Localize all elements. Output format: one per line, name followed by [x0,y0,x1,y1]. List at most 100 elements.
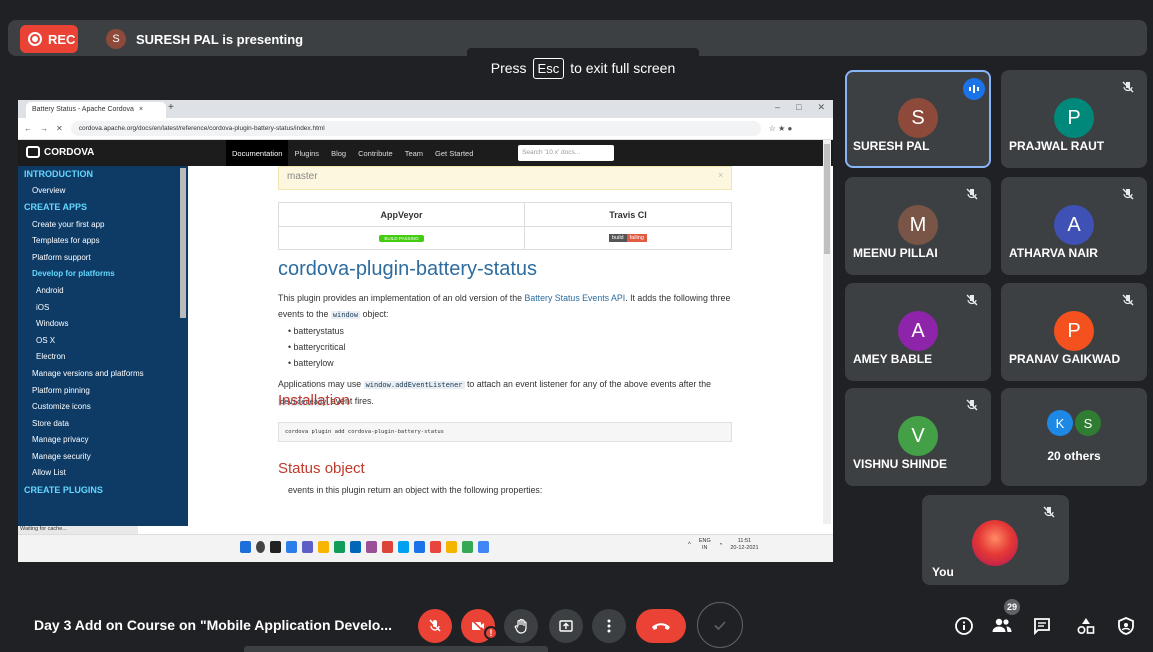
nav-link-blog[interactable]: Blog [325,140,352,166]
sidebar-item[interactable]: Develop for platforms [18,266,188,283]
participant-tile[interactable]: P PRAJWAL RAUT [1001,70,1147,168]
sidebar-section-heading[interactable]: CREATE APPS [18,199,188,216]
intro-paragraph: This plugin provides an implementation o… [278,290,738,323]
task-view-icon[interactable] [270,541,281,553]
page-scrollbar-thumb[interactable] [824,144,830,254]
participant-tile[interactable]: A ATHARVA NAIR [1001,177,1147,275]
store-icon[interactable] [350,541,361,553]
self-tile[interactable]: You [922,495,1069,585]
participant-tile[interactable]: P PRANAV GAIKWAD [1001,283,1147,381]
build-passing-badge[interactable]: BUILD PASSING [379,234,424,242]
app-icon[interactable] [446,541,457,553]
chrome-icon[interactable] [334,541,345,553]
participant-tile[interactable]: S SURESH PAL [845,70,991,168]
minimize-icon[interactable]: – [775,102,780,113]
back-icon[interactable]: ← [24,124,32,133]
sidebar-item[interactable]: Allow List [18,465,188,482]
sidebar-item[interactable]: Templates for apps [18,232,188,249]
window-code: window [330,311,361,319]
search-icon[interactable] [256,541,265,553]
sidebar-item[interactable]: Electron [18,349,188,366]
intro-text-1: This plugin provides an implementation o… [278,293,523,303]
chat-app-icon[interactable] [302,541,313,553]
others-tile[interactable]: K S 20 others [1001,388,1147,486]
tray-chevron-icon[interactable]: ^ [688,542,691,548]
browser-tab[interactable]: Battery Status - Apache Cordova × [26,102,166,118]
sidebar-item[interactable]: iOS [18,299,188,316]
close-icon[interactable]: ✕ [817,102,825,113]
edge-icon[interactable] [398,541,409,553]
file-explorer-icon[interactable] [318,541,329,553]
sidebar-item[interactable]: Manage privacy [18,432,188,449]
sidebar-item[interactable]: OS X [18,332,188,349]
check-icon[interactable] [697,602,743,648]
add-listener-code: window.addEventListener [363,381,465,389]
sidebar-item[interactable]: Windows [18,315,188,332]
battery-api-link[interactable]: Battery Status Events API [524,293,625,303]
recording-indicator[interactable]: REC [20,25,78,53]
present-icon[interactable] [549,609,583,643]
site-logo[interactable]: CORDOVA [26,146,94,158]
language-indicator[interactable]: ENG IN [699,538,711,552]
new-tab-icon[interactable]: + [168,102,174,113]
sidebar-item[interactable]: Platform pinning [18,382,188,399]
notice-close-icon[interactable]: × [718,170,723,180]
forward-icon[interactable]: → [40,124,48,133]
mic-off-icon[interactable] [418,609,452,643]
tab-close-icon[interactable]: × [139,106,143,114]
stop-icon[interactable]: ✕ [56,124,63,133]
appveyor-badge-cell: BUILD PASSING [279,227,525,249]
app-icon[interactable] [414,541,425,553]
clock[interactable]: 11:51 20-12-2021 [730,538,758,552]
windows-start-icon[interactable] [240,541,251,553]
nav-link-contribute[interactable]: Contribute [352,140,399,166]
widgets-icon[interactable] [286,541,297,553]
sidebar-item[interactable]: Customize icons [18,398,188,415]
raise-hand-icon[interactable] [504,609,538,643]
sidebar-section-heading[interactable]: CREATE PLUGINS [18,481,188,498]
end-call-icon[interactable] [636,609,686,643]
sidebar-item[interactable]: Platform support [18,249,188,266]
recording-label: REC [48,31,76,47]
sidebar-item[interactable]: Store data [18,415,188,432]
app-icon[interactable] [478,541,489,553]
app-icon[interactable] [382,541,393,553]
build-failing-badge[interactable]: build failing [609,234,647,242]
site-search-input[interactable]: Search '10.x' docs... [518,145,614,161]
sidebar-scrollbar[interactable] [180,168,186,318]
info-icon[interactable] [952,614,976,638]
event-name: batterylow [293,358,334,368]
nav-link-plugins[interactable]: Plugins [288,140,325,166]
participant-tile[interactable]: V VISHNU SHINDE [845,388,991,486]
vscode-icon[interactable] [366,541,377,553]
wifi-icon[interactable]: ◔ [719,542,723,548]
event-name: batterystatus [293,326,344,336]
sidebar-item[interactable]: Manage security [18,448,188,465]
sidebar-item[interactable]: Create your first app [18,216,188,233]
participant-tile[interactable]: A AMEY BABLE [845,283,991,381]
sidebar-item[interactable]: Android [18,282,188,299]
app-icon[interactable] [462,541,473,553]
usage-text-2: to attach an event listener for any of t… [466,379,711,389]
self-mic-off-icon [1042,505,1056,524]
meeting-title[interactable]: Day 3 Add on Course on "Mobile Applicati… [34,617,392,633]
app-icon[interactable] [430,541,441,553]
sidebar-item[interactable]: Overview [18,183,188,200]
nav-link-documentation[interactable]: Documentation [226,140,289,166]
chat-icon[interactable] [1030,614,1054,638]
activities-icon[interactable] [1074,614,1098,638]
participant-tile[interactable]: M MEENU PILLAI [845,177,991,275]
sidebar-item[interactable]: Manage versions and platforms [18,365,188,382]
nav-link-get-started[interactable]: Get Started [429,140,479,166]
more-options-icon[interactable] [592,609,626,643]
sidebar-section-heading[interactable]: INTRODUCTION [18,166,188,183]
participant-name: ATHARVA NAIR [1009,246,1098,260]
url-field[interactable]: cordova.apache.org/docs/en/latest/refere… [70,121,761,136]
people-icon[interactable] [990,614,1014,638]
extensions-icon[interactable]: ☆ ★ ● [769,124,793,133]
shared-screen: Battery Status - Apache Cordova × + – □ … [18,100,833,562]
host-controls-icon[interactable] [1114,614,1138,638]
nav-link-team[interactable]: Team [399,140,429,166]
maximize-icon[interactable]: □ [796,102,801,113]
mic-off-icon [965,398,979,412]
